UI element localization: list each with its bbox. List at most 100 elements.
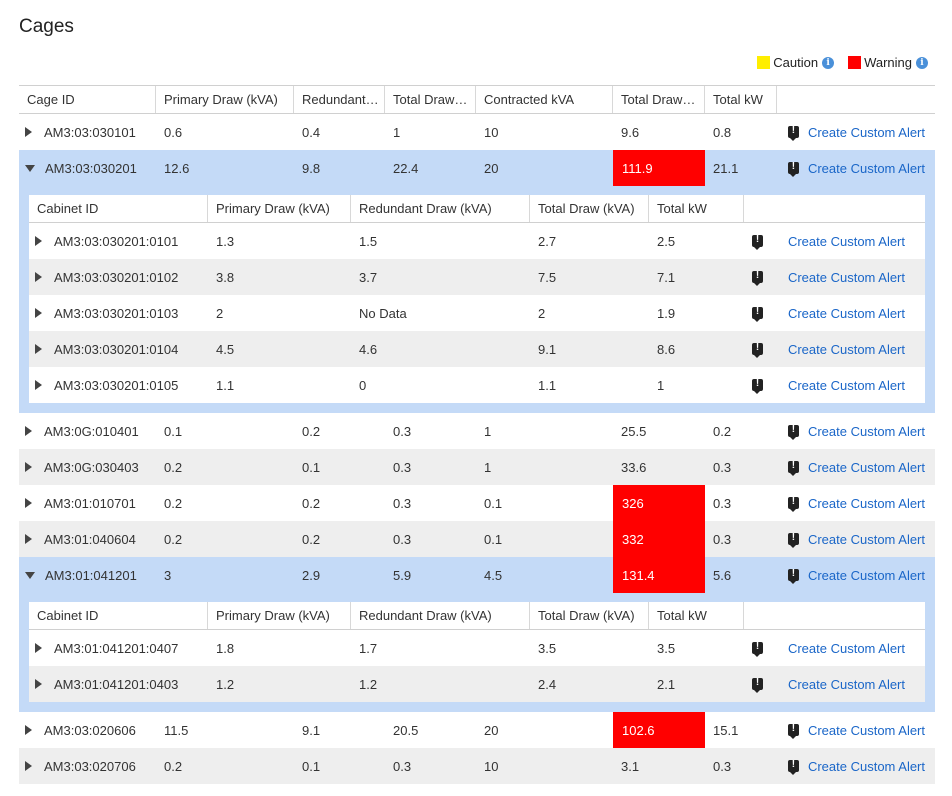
expand-arrow-icon[interactable]: [25, 761, 32, 771]
column-header[interactable]: Cabinet ID: [29, 602, 208, 629]
column-header[interactable]: Redundant Draw (kVA): [351, 195, 530, 222]
expand-arrow-icon[interactable]: [35, 308, 42, 318]
cabinet-total-kw-value: 2.5: [657, 233, 676, 249]
expand-arrow-icon[interactable]: [25, 426, 32, 436]
cage-cell-contracted: 1: [476, 413, 613, 449]
create-custom-alert-link[interactable]: Create Custom Alert: [788, 677, 905, 692]
create-custom-alert-link[interactable]: Create Custom Alert: [808, 161, 925, 176]
cabinet-primary-value: 1.2: [216, 676, 235, 692]
cage-total-kw-value: 0.3: [713, 495, 732, 511]
column-header[interactable]: Redundant…: [294, 86, 385, 113]
cabinet-row[interactable]: AM3:03:030201:0105 1.1 0 1.1 1! Create Custom…: [29, 367, 925, 403]
cage-total-kw-value: 0.8: [713, 124, 732, 140]
cage-cell-total-kw: 0.2: [705, 413, 777, 449]
create-custom-alert-link[interactable]: Create Custom Alert: [808, 424, 925, 439]
cabinet-redundant-value: No Data: [359, 305, 407, 321]
info-icon[interactable]: i: [916, 56, 928, 69]
create-custom-alert-link[interactable]: Create Custom Alert: [808, 568, 925, 583]
column-header[interactable]: Primary Draw (kVA): [208, 602, 351, 629]
alert-flag-icon: !: [787, 461, 799, 476]
cage-cell-contracted: 20: [476, 712, 613, 748]
create-custom-alert-link[interactable]: Create Custom Alert: [788, 270, 905, 285]
expand-arrow-icon[interactable]: [25, 127, 32, 137]
column-header[interactable]: Primary Draw (kVA): [208, 195, 351, 222]
expand-arrow-icon[interactable]: [25, 498, 32, 508]
expand-arrow-icon[interactable]: [35, 643, 42, 653]
info-icon[interactable]: i: [822, 56, 835, 69]
expand-arrow-icon[interactable]: [25, 462, 32, 472]
cage-row[interactable]: AM3:0G:010401 0.1 0.2 0.3 1 25.5 0.2! Create Cu…: [19, 413, 935, 449]
cabinet-row[interactable]: AM3:01:041201:0403 1.2 1.2 2.4 2.1! Create Cu…: [29, 666, 925, 702]
column-header[interactable]: Total Draw (kVA): [530, 602, 649, 629]
cabinet-row[interactable]: AM3:01:041201:0407 1.8 1.7 3.5 3.5! Create Cu…: [29, 630, 925, 666]
cabinet-cell-primary: 1.2: [208, 666, 351, 702]
cage-total-pct-value: 9.6: [621, 124, 640, 140]
cage-primary-value: 0.2: [164, 758, 183, 774]
column-header[interactable]: Total kW: [649, 602, 744, 629]
column-header[interactable]: Total Draw…: [613, 86, 705, 113]
cabinet-total-kw-value: 1.9: [657, 305, 676, 321]
column-header[interactable]: Total Draw…: [385, 86, 476, 113]
create-custom-alert-link[interactable]: Create Custom Alert: [808, 759, 925, 774]
create-custom-alert-link[interactable]: Create Custom Alert: [788, 378, 905, 393]
create-custom-alert-link[interactable]: Create Custom Alert: [808, 460, 925, 475]
cage-row[interactable]: AM3:01:041201 3 2.9 5.9 4.5 131.4 5.6! Create C…: [19, 557, 935, 593]
cage-cell-id: AM3:0G:030403: [19, 449, 156, 485]
cage-cell-total: 5.9: [385, 557, 476, 593]
cage-cell-primary: 3: [156, 557, 294, 593]
expand-arrow-icon[interactable]: [35, 380, 42, 390]
create-custom-alert-link[interactable]: Create Custom Alert: [788, 641, 905, 656]
cabinet-row[interactable]: AM3:03:030201:0104 4.5 4.6 9.1 8.6! Create Cu…: [29, 331, 925, 367]
column-header[interactable]: Primary Draw (kVA): [156, 86, 294, 113]
cabinet-cell-redundant: No Data: [351, 295, 530, 331]
cabinet-total-kw-value: 2.1: [657, 676, 676, 692]
cabinet-cell-total-kw: 2.1: [649, 666, 744, 702]
expand-arrow-icon[interactable]: [25, 725, 32, 735]
expand-arrow-icon[interactable]: [35, 236, 42, 246]
cage-row[interactable]: AM3:01:010701 0.2 0.2 0.3 0.1 326 0.3! Create C…: [19, 485, 935, 521]
column-header[interactable]: [744, 602, 925, 629]
column-header[interactable]: Total kW: [649, 195, 744, 222]
column-header-label: Total kW: [657, 201, 707, 216]
alert-flag-icon: !: [787, 760, 799, 775]
expand-arrow-icon[interactable]: [35, 344, 42, 354]
create-custom-alert-link[interactable]: Create Custom Alert: [808, 125, 925, 140]
cage-cell-total-kw: 15.1: [705, 712, 777, 748]
expand-arrow-icon[interactable]: [35, 272, 42, 282]
cage-row[interactable]: AM3:03:030101 0.6 0.4 1 10 9.6 0.8! Create Cust…: [19, 114, 935, 150]
column-header[interactable]: Total Draw (kVA): [530, 195, 649, 222]
cage-row[interactable]: AM3:03:020706 0.2 0.1 0.3 10 3.1 0.3! Create Cu…: [19, 748, 935, 784]
create-custom-alert-link[interactable]: Create Custom Alert: [788, 342, 905, 357]
cage-contracted-value: 1: [484, 459, 492, 475]
create-custom-alert-link[interactable]: Create Custom Alert: [788, 234, 905, 249]
cage-row[interactable]: AM3:03:020606 11.5 9.1 20.5 20 102.6 15.1! Crea…: [19, 712, 935, 748]
cage-row[interactable]: AM3:01:040604 0.2 0.2 0.3 0.1 332 0.3! Create C…: [19, 521, 935, 557]
column-header[interactable]: Total kW: [705, 86, 777, 113]
create-custom-alert-link[interactable]: Create Custom Alert: [788, 306, 905, 321]
create-custom-alert-link[interactable]: Create Custom Alert: [808, 532, 925, 547]
column-header-label: Primary Draw (kVA): [216, 201, 330, 216]
cage-row[interactable]: AM3:0G:030403 0.2 0.1 0.3 1 33.6 0.3! Create Cu…: [19, 449, 935, 485]
column-header[interactable]: [777, 86, 935, 113]
column-header[interactable]: Cabinet ID: [29, 195, 208, 222]
cage-row[interactable]: AM3:03:030201 12.6 9.8 22.4 20 111.9 21.1! Crea…: [19, 150, 935, 186]
cabinet-row[interactable]: AM3:03:030201:0102 3.8 3.7 7.5 7.1! Create Cu…: [29, 259, 925, 295]
column-header[interactable]: [744, 195, 925, 222]
cage-cell-redundant: 0.1: [294, 449, 385, 485]
cage-cell-id: AM3:01:041201: [19, 557, 156, 593]
create-custom-alert-link[interactable]: Create Custom Alert: [808, 496, 925, 511]
cage-cell-total: 20.5: [385, 712, 476, 748]
column-header-label: Redundant…: [302, 92, 379, 107]
collapse-arrow-icon[interactable]: [25, 164, 35, 172]
cabinet-redundant-value: 1.5: [359, 233, 378, 249]
cabinet-row[interactable]: AM3:03:030201:0101 1.3 1.5 2.7 2.5! Create Cu…: [29, 223, 925, 259]
expand-arrow-icon[interactable]: [35, 679, 42, 689]
column-header[interactable]: Redundant Draw (kVA): [351, 602, 530, 629]
collapse-arrow-icon[interactable]: [25, 571, 35, 579]
column-header[interactable]: Cage ID: [19, 86, 156, 113]
expand-arrow-icon[interactable]: [25, 534, 32, 544]
cabinet-cell-id: AM3:03:030201:0105: [29, 367, 208, 403]
create-custom-alert-link[interactable]: Create Custom Alert: [808, 723, 925, 738]
column-header[interactable]: Contracted kVA: [476, 86, 613, 113]
cabinet-row[interactable]: AM3:03:030201:0103 2 No Data 2 1.9! Create Cu…: [29, 295, 925, 331]
